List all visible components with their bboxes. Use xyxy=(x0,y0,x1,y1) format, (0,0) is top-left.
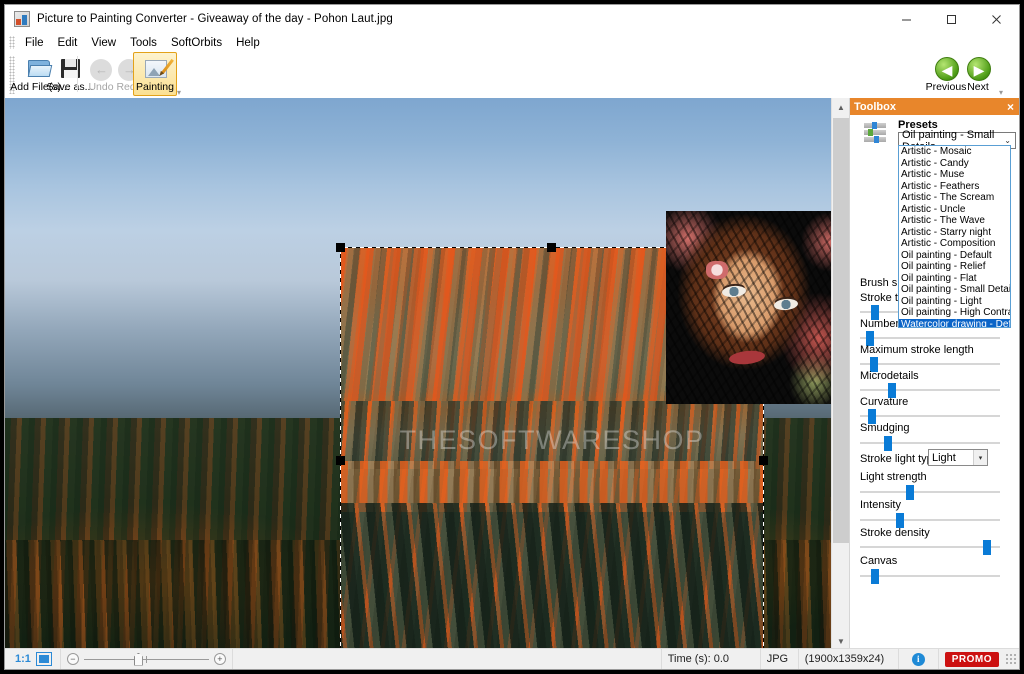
window-controls xyxy=(884,5,1019,33)
scroll-up-arrow-icon[interactable]: ▲ xyxy=(832,98,850,116)
navigation-expand-icon[interactable]: ▾ xyxy=(999,88,1003,97)
zoom-slider-track[interactable] xyxy=(83,652,209,666)
zoom-slider-thumb[interactable] xyxy=(133,652,143,666)
selection-handle-e[interactable] xyxy=(759,456,768,465)
stroke-light-type-value: Light xyxy=(932,451,956,464)
canvas-slider[interactable] xyxy=(860,567,1000,585)
canvas-vertical-scrollbar[interactable]: ▲ ▼ xyxy=(831,98,850,650)
status-promo-cell[interactable]: PROMO xyxy=(939,649,1001,670)
dropdown-option[interactable]: Artistic - Candy xyxy=(899,158,1010,170)
dropdown-option[interactable]: Oil painting - Relief xyxy=(899,261,1010,273)
preview-brush-strokes xyxy=(666,211,849,404)
status-bar: 1:1 − + Time (s): 0.0 JPG (1900x1359x24)… xyxy=(5,648,1019,669)
dropdown-option[interactable]: Artistic - Muse xyxy=(899,169,1010,181)
preset-preview-thumbnail[interactable] xyxy=(666,211,849,404)
status-format: JPG xyxy=(761,648,799,669)
status-info-cell[interactable]: i xyxy=(899,648,939,669)
application-window: Picture to Painting Converter - Giveaway… xyxy=(4,4,1020,670)
scrollbar-thumb[interactable] xyxy=(833,118,849,543)
dropdown-option[interactable]: Artistic - Feathers xyxy=(899,181,1010,193)
menu-bar: File Edit View Tools SoftOrbits Help xyxy=(5,33,1019,52)
minimize-button[interactable] xyxy=(884,5,929,33)
menu-file[interactable]: File xyxy=(18,35,51,51)
selection-handle-w[interactable] xyxy=(336,456,345,465)
stroke-light-type-combo[interactable]: Light ▾ xyxy=(928,449,988,466)
close-button[interactable] xyxy=(974,5,1019,33)
zoom-out-icon[interactable]: − xyxy=(66,653,79,665)
previous-arrow-icon: ◀ xyxy=(932,55,960,81)
app-icon xyxy=(14,11,30,27)
menu-drag-grip[interactable] xyxy=(9,36,15,49)
stroke-density-slider[interactable] xyxy=(860,538,1000,556)
dropdown-option[interactable]: Artistic - The Wave xyxy=(899,215,1010,227)
status-bar-spacer xyxy=(233,649,661,670)
sliders-icon xyxy=(864,122,888,143)
canvas-label: Canvas xyxy=(860,555,898,567)
window-title: Picture to Painting Converter - Giveaway… xyxy=(37,13,393,25)
next-arrow-icon: ▶ xyxy=(964,55,992,81)
fit-to-window-icon[interactable] xyxy=(35,652,52,666)
painting-button[interactable]: Painting xyxy=(133,52,177,96)
menu-help[interactable]: Help xyxy=(229,35,267,51)
toolbox-title: Toolbox xyxy=(854,100,896,113)
close-icon[interactable]: × xyxy=(1004,101,1017,113)
dropdown-option[interactable]: Artistic - The Scream xyxy=(899,192,1010,204)
next-button[interactable]: ▶ Next xyxy=(957,53,999,93)
selection-handle-n[interactable] xyxy=(547,243,556,252)
chevron-down-icon: ⌄ xyxy=(1004,136,1011,145)
menu-edit[interactable]: Edit xyxy=(51,35,85,51)
menu-tools[interactable]: Tools xyxy=(123,35,164,51)
scrollbar-track[interactable] xyxy=(832,116,850,632)
dropdown-option[interactable]: Oil painting - Light xyxy=(899,296,1010,308)
status-time: Time (s): 0.0 xyxy=(660,648,761,669)
toolbar-expand-icon[interactable]: ▾ xyxy=(177,88,181,97)
maximize-button[interactable] xyxy=(929,5,974,33)
painting-label: Painting xyxy=(136,81,174,93)
presets-dropdown-list[interactable]: Artistic - Mosaic Artistic - Candy Artis… xyxy=(898,145,1011,328)
zoom-ratio-label[interactable]: 1:1 xyxy=(5,653,36,665)
title-bar: Picture to Painting Converter - Giveaway… xyxy=(5,5,1019,33)
light-strength-label: Light strength xyxy=(860,471,927,483)
dropdown-option[interactable]: Oil painting - Default xyxy=(899,250,1010,262)
menu-softorbits[interactable]: SoftOrbits xyxy=(164,35,229,51)
zoom-slider[interactable]: − + xyxy=(59,648,233,669)
dropdown-option[interactable]: Artistic - Composition xyxy=(899,238,1010,250)
dropdown-option[interactable]: Artistic - Uncle xyxy=(899,204,1010,216)
zoom-in-icon[interactable]: + xyxy=(213,653,226,665)
dropdown-option[interactable]: Artistic - Mosaic xyxy=(899,146,1010,158)
dropdown-option[interactable]: Oil painting - Flat xyxy=(899,273,1010,285)
chevron-down-icon[interactable]: ▾ xyxy=(973,450,987,465)
smudging-label: Smudging xyxy=(860,422,910,434)
image-canvas[interactable]: THESOFTWARESHOP xyxy=(5,98,849,650)
menu-view[interactable]: View xyxy=(84,35,123,51)
dropdown-option[interactable]: Artistic - Starry night xyxy=(899,227,1010,239)
zoom-slider-tick xyxy=(146,655,148,663)
window-resize-grip[interactable] xyxy=(1005,653,1017,665)
dropdown-option-highlighted[interactable]: Watercolor drawing - Default xyxy=(899,318,1010,327)
info-icon[interactable]: i xyxy=(911,652,925,666)
preview-flower xyxy=(706,261,728,279)
dropdown-option[interactable]: Oil painting - Small Details xyxy=(899,284,1010,296)
painting-icon xyxy=(141,55,174,81)
intensity-label: Intensity xyxy=(860,499,901,511)
toolbar: Add File(s)... Save as... ← Undo → Redo … xyxy=(5,52,1019,98)
dropdown-option[interactable]: Oil painting - High Contrast xyxy=(899,307,1010,319)
selection-handle-nw[interactable] xyxy=(336,243,345,252)
status-dimensions: (1900x1359x24) xyxy=(799,648,899,669)
promo-badge[interactable]: PROMO xyxy=(944,651,999,667)
toolbox-header: Toolbox × xyxy=(850,98,1019,115)
next-label: Next xyxy=(967,81,989,93)
